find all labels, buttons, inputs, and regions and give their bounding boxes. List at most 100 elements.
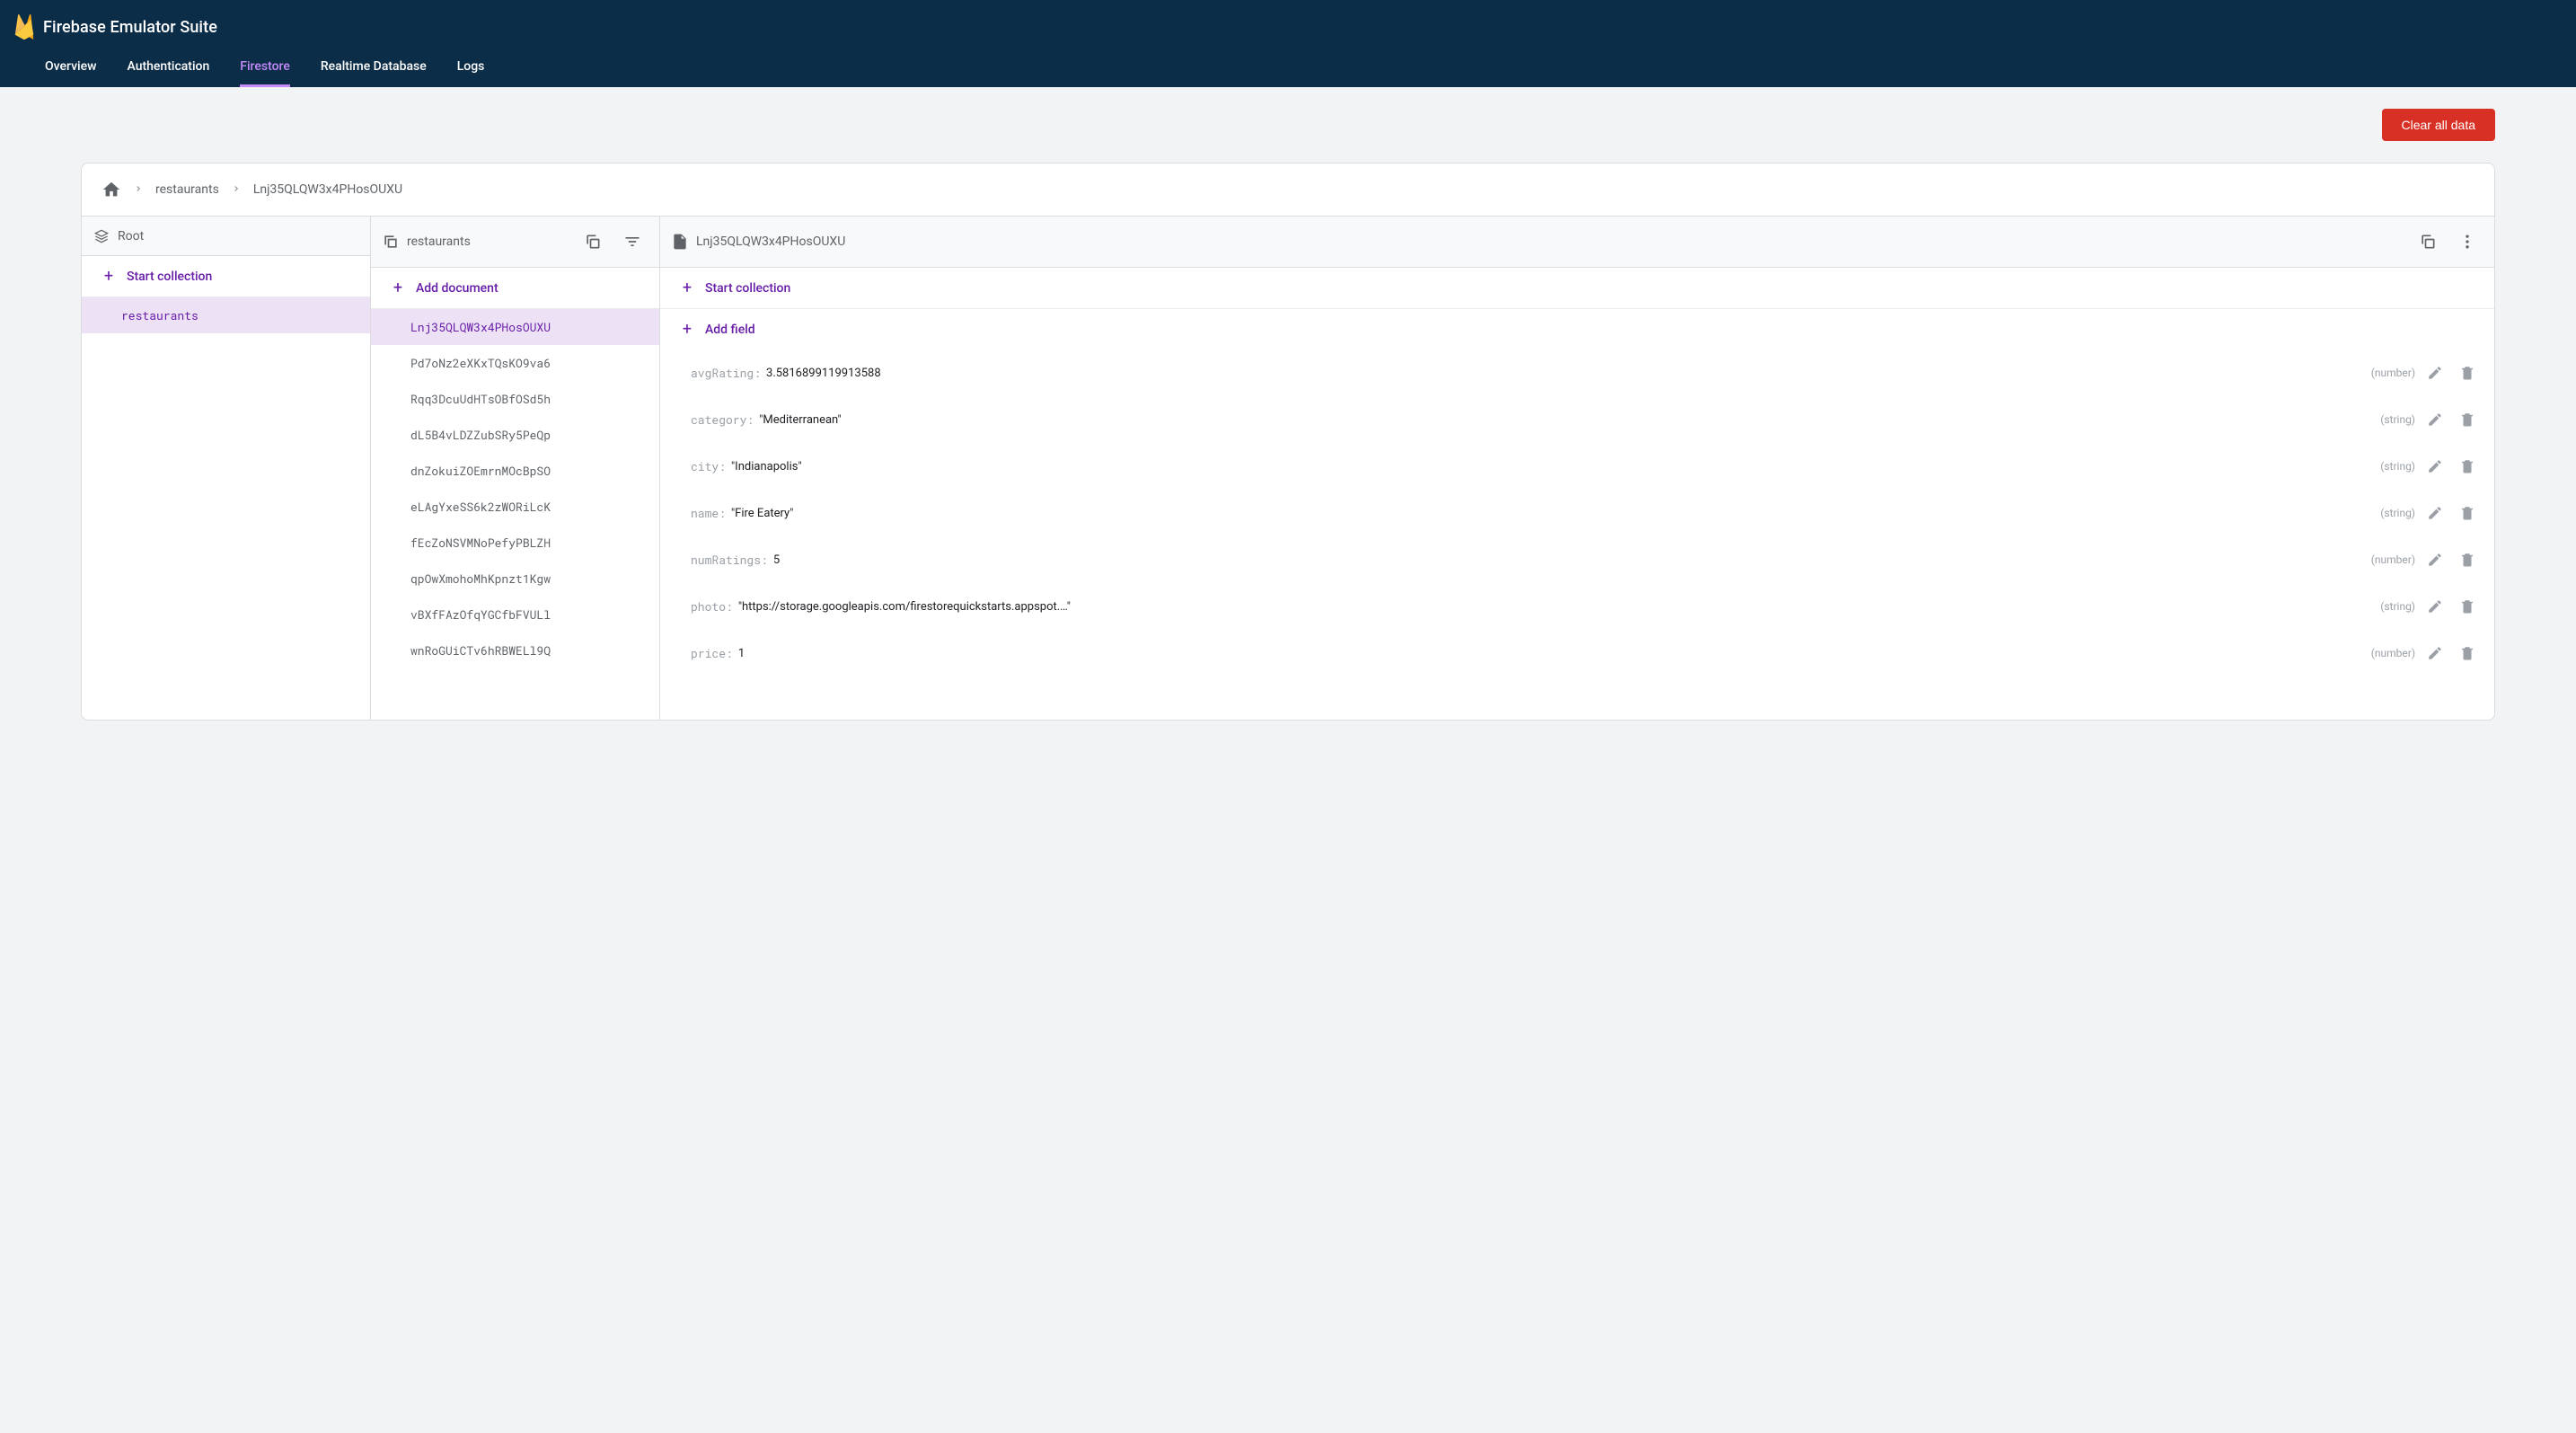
document-column-header: Lnj35QLQW3x4PHosOUXU: [660, 217, 2494, 268]
document-item[interactable]: dnZokuiZOEmrnMOcBpSO: [371, 453, 659, 489]
collection-icon: [382, 233, 400, 251]
collection-column-title: restaurants: [407, 234, 569, 249]
edit-icon[interactable]: [2421, 545, 2449, 574]
breadcrumb-document[interactable]: Lnj35QLQW3x4PHosOUXU: [253, 182, 402, 197]
document-item[interactable]: fEcZoNSVMNoPefyPBLZH: [371, 525, 659, 561]
toolbar: Clear all data: [81, 109, 2495, 163]
document-item[interactable]: dL5B4vLDZZubSRy5PeQp: [371, 417, 659, 453]
delete-icon[interactable]: [2453, 358, 2482, 387]
collection-item[interactable]: restaurants: [82, 297, 370, 333]
document-icon: [671, 233, 689, 251]
add-field-button[interactable]: + Add field: [660, 309, 2494, 349]
field-key: name:: [691, 505, 726, 521]
chevron-right-icon: [232, 182, 241, 197]
tab-overview[interactable]: Overview: [45, 49, 96, 87]
field-type: (string): [2380, 460, 2415, 473]
tab-firestore[interactable]: Firestore: [240, 49, 290, 87]
plus-icon: +: [680, 320, 694, 339]
field-key: category:: [691, 411, 754, 428]
firebase-logo-icon: [14, 14, 34, 40]
home-icon[interactable]: [101, 180, 121, 199]
edit-icon[interactable]: [2421, 639, 2449, 668]
filter-icon[interactable]: [616, 226, 648, 258]
collection-column: restaurants + Add document Lnj35QLQW3x4P…: [371, 217, 660, 720]
start-collection-label: Start collection: [127, 270, 212, 284]
breadcrumb-collection[interactable]: restaurants: [155, 182, 219, 197]
document-item[interactable]: Lnj35QLQW3x4PHosOUXU: [371, 309, 659, 345]
edit-icon[interactable]: [2421, 358, 2449, 387]
delete-icon[interactable]: [2453, 405, 2482, 434]
copy-icon[interactable]: [2412, 226, 2444, 258]
field-actions: [2421, 499, 2482, 527]
document-item[interactable]: qpOwXmohoMhKpnzt1Kgw: [371, 561, 659, 597]
field-key: city:: [691, 458, 726, 474]
add-document-button[interactable]: + Add document: [371, 268, 659, 309]
field-value: "https://storage.googleapis.com/firestor…: [738, 600, 2375, 614]
collection-column-header: restaurants: [371, 217, 659, 268]
field-row[interactable]: avgRating: 3.5816899119913588 (number): [660, 349, 2494, 396]
plus-icon: +: [101, 267, 116, 286]
delete-icon[interactable]: [2453, 545, 2482, 574]
field-row[interactable]: numRatings:5(number): [660, 536, 2494, 583]
field-value: "Fire Eatery": [731, 507, 2375, 520]
field-actions: [2421, 592, 2482, 621]
document-item[interactable]: wnRoGUiCTv6hRBWELl9Q: [371, 632, 659, 668]
add-document-label: Add document: [416, 281, 498, 296]
document-column-title: Lnj35QLQW3x4PHosOUXU: [696, 234, 2404, 249]
delete-icon[interactable]: [2453, 499, 2482, 527]
chevron-right-icon: [134, 182, 143, 197]
document-item[interactable]: eLAgYxeSS6k2zWORiLcK: [371, 489, 659, 525]
field-key: numRatings:: [691, 552, 768, 568]
delete-icon[interactable]: [2453, 639, 2482, 668]
root-column: Root + Start collection restaurants: [82, 217, 371, 720]
plus-icon: +: [391, 279, 405, 297]
delete-icon[interactable]: [2453, 452, 2482, 481]
field-actions: [2421, 639, 2482, 668]
field-type: (number): [2371, 367, 2415, 379]
breadcrumb: restaurants Lnj35QLQW3x4PHosOUXU: [82, 164, 2494, 217]
field-row[interactable]: name: "Fire Eatery" (string): [660, 490, 2494, 536]
copy-icon[interactable]: [577, 226, 609, 258]
clear-all-data-button[interactable]: Clear all data: [2382, 109, 2496, 141]
menu-dots-icon[interactable]: [2451, 226, 2483, 258]
edit-icon[interactable]: [2421, 499, 2449, 527]
edit-icon[interactable]: [2421, 452, 2449, 481]
nav-tabs: Overview Authentication Firestore Realtime …: [14, 49, 2562, 87]
field-key: price:: [691, 645, 733, 661]
tab-authentication[interactable]: Authentication: [127, 49, 209, 87]
database-icon: [93, 227, 110, 245]
field-type: (string): [2380, 600, 2415, 613]
field-value: "Indianapolis": [731, 460, 2375, 473]
tab-realtime-database[interactable]: Realtime Database: [321, 49, 427, 87]
field-key: photo:: [691, 598, 733, 615]
tab-logs[interactable]: Logs: [457, 49, 485, 87]
field-actions: [2421, 405, 2482, 434]
delete-icon[interactable]: [2453, 592, 2482, 621]
root-column-title: Root: [118, 229, 359, 243]
document-item[interactable]: Rqq3DcuUdHTsOBfOSd5h: [371, 381, 659, 417]
root-column-header: Root: [82, 217, 370, 256]
field-key: avgRating:: [691, 365, 761, 381]
field-type: (string): [2380, 507, 2415, 519]
field-value: "Mediterranean": [759, 413, 2375, 427]
start-collection-button[interactable]: + Start collection: [82, 256, 370, 297]
field-row[interactable]: city: "Indianapolis" (string): [660, 443, 2494, 490]
field-value: 3.5816899119913588: [766, 367, 2366, 380]
firestore-panel: restaurants Lnj35QLQW3x4PHosOUXU Root + …: [81, 163, 2495, 721]
start-subcollection-button[interactable]: + Start collection: [660, 268, 2494, 309]
field-type: (number): [2371, 647, 2415, 659]
field-row[interactable]: category:"Mediterranean"(string): [660, 396, 2494, 443]
field-row[interactable]: photo: "https://storage.googleapis.com/fi…: [660, 583, 2494, 630]
edit-icon[interactable]: [2421, 405, 2449, 434]
field-value: 1: [738, 647, 2366, 660]
document-item[interactable]: Pd7oNz2eXKxTQsKO9va6: [371, 345, 659, 381]
field-actions: [2421, 358, 2482, 387]
edit-icon[interactable]: [2421, 592, 2449, 621]
field-actions: [2421, 452, 2482, 481]
field-actions: [2421, 545, 2482, 574]
field-row[interactable]: price: 1 (number): [660, 630, 2494, 677]
header-title-row: Firebase Emulator Suite: [14, 11, 2562, 49]
app-header: Firebase Emulator Suite Overview Authenti…: [0, 0, 2576, 87]
content-area: Clear all data restaurants Lnj35QLQW3x4P…: [0, 87, 2576, 1433]
document-item[interactable]: vBXfFAzOfqYGCfbFVULl: [371, 597, 659, 632]
